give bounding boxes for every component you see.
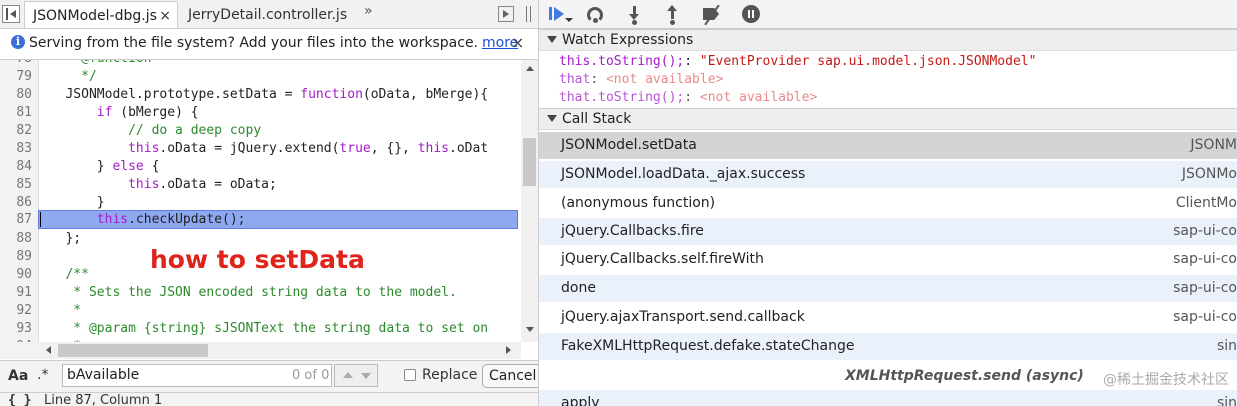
scroll-left-icon[interactable] bbox=[46, 346, 51, 354]
call-frame-selected[interactable]: JSONModel.setData JSONM bbox=[539, 132, 1237, 160]
watermark: @稀土掘金技术社区 bbox=[1103, 372, 1229, 388]
scroll-thumb[interactable] bbox=[523, 138, 536, 186]
tab-label: JSONModel-dbg.js bbox=[33, 8, 157, 24]
previous-match-icon[interactable] bbox=[343, 372, 353, 378]
search-bar: Aa .* bAvailable 0 of 0 Replace Cancel bbox=[0, 360, 538, 392]
scroll-up-icon[interactable] bbox=[526, 66, 534, 71]
async-separator: XMLHttpRequest.send (async) @稀土掘金技术社区 bbox=[539, 362, 1237, 390]
code-line: 91 * Sets the JSON encoded string data t… bbox=[16, 285, 457, 300]
info-icon: i bbox=[11, 35, 25, 49]
infobar-message: Serving from the file system? Add your f… bbox=[29, 35, 519, 51]
match-case-toggle[interactable]: Aa bbox=[8, 368, 28, 384]
tab-label: JerryDetail.controller.js bbox=[188, 7, 348, 23]
watch-item[interactable]: that.toString();: <not available> bbox=[559, 90, 817, 105]
code-line: 92 * bbox=[16, 303, 82, 318]
tab-jerrydetail-controller[interactable]: JerryDetail.controller.js bbox=[180, 1, 347, 28]
replace-label: Replace bbox=[422, 367, 478, 383]
collapse-icon bbox=[547, 115, 557, 122]
annotation-label: how to setData bbox=[150, 245, 365, 274]
call-frame[interactable]: apply sin bbox=[539, 390, 1237, 406]
drag-handle-icon[interactable] bbox=[524, 6, 534, 22]
deactivate-breakpoints-icon[interactable] bbox=[701, 4, 723, 26]
vertical-scrollbar[interactable] bbox=[521, 60, 538, 342]
call-frame[interactable]: jQuery.Callbacks.fire sap-ui-co bbox=[539, 218, 1237, 246]
resume-button[interactable] bbox=[547, 4, 573, 24]
watch-item[interactable]: that: <not available> bbox=[559, 72, 723, 87]
watch-expressions-header[interactable]: Watch Expressions bbox=[539, 29, 1237, 51]
call-frame[interactable]: (anonymous function) ClientMo bbox=[539, 190, 1237, 218]
collapse-icon bbox=[547, 36, 557, 43]
step-into-icon[interactable] bbox=[624, 4, 646, 25]
regex-toggle[interactable]: .* bbox=[37, 367, 48, 383]
debugger-toolbar bbox=[539, 0, 1237, 29]
code-line: 83 this.oData = jQuery.extend(true, {}, … bbox=[16, 141, 489, 156]
watch-item[interactable]: this.toString();: "EventProvider sap.ui.… bbox=[559, 54, 1036, 69]
close-icon[interactable]: × bbox=[159, 2, 171, 30]
code-line: 80 JSONModel.prototype.setData = functio… bbox=[16, 87, 489, 102]
more-tabs-icon[interactable]: » bbox=[364, 3, 373, 19]
code-line: 85 this.oData = oData; bbox=[16, 177, 277, 192]
call-stack-header[interactable]: Call Stack bbox=[539, 108, 1237, 130]
tab-jsonmodel-dbg[interactable]: JSONModel-dbg.js × bbox=[24, 1, 178, 28]
code-line: 86 } bbox=[16, 195, 105, 210]
code-line: 79 */ bbox=[16, 69, 97, 84]
workspace-infobar: i Serving from the file system? Add your… bbox=[0, 29, 538, 60]
match-count: 0 of 0 bbox=[292, 368, 330, 383]
code-line: 81 if (bMerge) { bbox=[16, 105, 199, 120]
status-bar: { } Line 87, Column 1 bbox=[0, 392, 538, 406]
code-editor[interactable]: 78 @function 79 */ 80 JSONModel.prototyp… bbox=[0, 60, 538, 342]
horizontal-scrollbar[interactable] bbox=[38, 342, 521, 359]
code-line: 84 } else { bbox=[16, 159, 160, 174]
step-over-icon[interactable] bbox=[585, 4, 607, 24]
scroll-down-icon[interactable] bbox=[526, 327, 534, 332]
close-icon[interactable]: × bbox=[511, 33, 524, 52]
toggle-navigator-icon[interactable] bbox=[2, 5, 20, 23]
code-line: 78 @function bbox=[0, 60, 538, 68]
scroll-thumb[interactable] bbox=[58, 344, 208, 357]
call-frame[interactable]: FakeXMLHttpRequest.defake.stateChange sin bbox=[539, 333, 1237, 361]
code-line: 82 // do a deep copy bbox=[16, 123, 262, 138]
call-frame[interactable]: JSONModel.loadData._ajax.success JSONMo bbox=[539, 161, 1237, 189]
call-frame[interactable]: jQuery.ajaxTransport.send.callback sap-ui… bbox=[539, 304, 1237, 332]
watch-expressions-list: this.toString();: "EventProvider sap.ui.… bbox=[539, 52, 1237, 106]
scroll-right-icon[interactable] bbox=[506, 346, 511, 354]
next-match-icon[interactable] bbox=[361, 373, 371, 379]
gutter-corner bbox=[0, 342, 38, 359]
cursor-position: Line 87, Column 1 bbox=[44, 393, 163, 406]
call-frame[interactable]: done sap-ui-co bbox=[539, 275, 1237, 303]
pause-on-exceptions-icon[interactable] bbox=[740, 4, 762, 24]
code-line-current: 87 this.checkUpdate(); bbox=[16, 212, 246, 227]
step-out-icon[interactable] bbox=[662, 4, 684, 25]
toggle-debugger-sidebar-icon[interactable] bbox=[498, 6, 514, 22]
call-frame[interactable]: jQuery.Callbacks.self.fireWith sap-ui-co bbox=[539, 246, 1237, 274]
sources-panel: JSONModel-dbg.js × JerryDetail.controlle… bbox=[0, 0, 539, 406]
search-nav bbox=[334, 364, 378, 387]
editor-tabbar: JSONModel-dbg.js × JerryDetail.controlle… bbox=[0, 0, 538, 29]
code-line: 93 * @param {string} sJSONText the strin… bbox=[16, 321, 489, 336]
debugger-sidebar: Watch Expressions this.toString();: "Eve… bbox=[539, 0, 1237, 406]
pretty-print-icon[interactable]: { } bbox=[8, 393, 31, 406]
cancel-button[interactable]: Cancel bbox=[482, 364, 538, 388]
replace-checkbox[interactable] bbox=[404, 369, 416, 381]
